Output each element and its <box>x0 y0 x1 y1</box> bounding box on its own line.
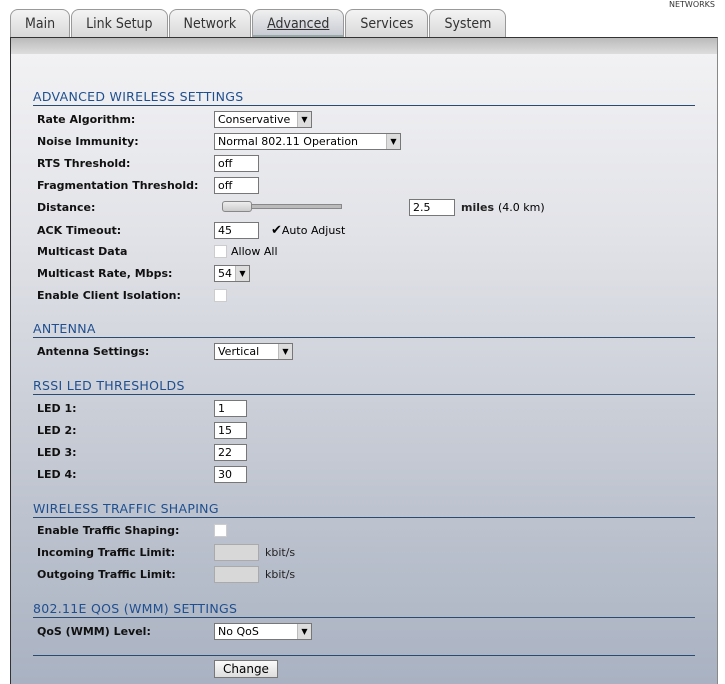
led2-input[interactable] <box>214 421 247 439</box>
incoming-unit: kbit/s <box>265 545 296 559</box>
rts-threshold-input[interactable] <box>214 154 259 172</box>
distance-input[interactable] <box>409 198 455 216</box>
chevron-down-icon: ▼ <box>297 111 311 127</box>
noise-value: Normal 802.11 Operation <box>218 134 359 148</box>
section-antenna: ANTENNA <box>33 321 695 338</box>
section-traffic-shaping: WIRELESS TRAFFIC SHAPING <box>33 501 695 518</box>
noise-label: Noise Immunity: <box>37 134 139 148</box>
distance-label: Distance: <box>37 200 96 214</box>
qos-value: No QoS <box>218 624 259 638</box>
tab-bar: Main Link Setup Network Advanced Service… <box>10 9 507 38</box>
divider <box>33 655 695 656</box>
rts-label: RTS Threshold: <box>37 156 131 170</box>
multicast-rate-select[interactable]: 54 ▼ <box>214 264 250 282</box>
ack-timeout-input[interactable] <box>214 221 259 239</box>
qos-select[interactable]: No QoS ▼ <box>214 622 312 640</box>
antenna-select[interactable]: Vertical ▼ <box>214 342 293 360</box>
incoming-label: Incoming Traffic Limit: <box>37 545 176 559</box>
qos-label: QoS (WMM) Level: <box>37 624 151 638</box>
led3-label: LED 3: <box>37 445 77 459</box>
chevron-down-icon: ▼ <box>297 623 311 639</box>
traffic-shaping-checkbox[interactable] <box>214 523 227 537</box>
isolation-label: Enable Client Isolation: <box>37 288 181 302</box>
led2-label: LED 2: <box>37 423 77 437</box>
allow-all-label: Allow All <box>231 244 278 258</box>
antenna-label: Antenna Settings: <box>37 344 150 358</box>
distance-slider[interactable] <box>214 197 409 217</box>
outgoing-label: Outgoing Traffic Limit: <box>37 567 176 581</box>
shaping-label: Enable Traffic Shaping: <box>37 523 180 537</box>
ack-label: ACK Timeout: <box>37 223 122 237</box>
settings-panel: ADVANCED WIRELESS SETTINGS Rate Algorith… <box>10 37 718 684</box>
tab-main[interactable]: Main <box>10 9 71 38</box>
brand-logo: NETWORKS <box>668 0 715 9</box>
led1-input[interactable] <box>214 399 247 417</box>
chevron-down-icon: ▼ <box>278 343 292 359</box>
chevron-down-icon: ▼ <box>386 133 400 149</box>
section-rssi: RSSI LED THRESHOLDS <box>33 378 695 395</box>
tab-link-setup[interactable]: Link Setup <box>71 9 168 38</box>
tab-network[interactable]: Network <box>168 9 252 38</box>
panel-top-bar <box>11 38 717 54</box>
mrate-value: 54 <box>218 266 232 280</box>
tab-system[interactable]: System <box>429 9 507 38</box>
section-qos: 802.11E QOS (WMM) SETTINGS <box>33 601 695 618</box>
outgoing-unit: kbit/s <box>265 567 296 581</box>
change-button[interactable]: Change <box>214 660 278 678</box>
checkmark-icon[interactable]: ✔ <box>271 223 282 238</box>
slider-handle[interactable] <box>222 201 252 212</box>
led4-input[interactable] <box>214 465 247 483</box>
tab-services[interactable]: Services <box>345 9 429 38</box>
tab-advanced[interactable]: Advanced <box>252 9 345 38</box>
rate-algorithm-select[interactable]: Conservative ▼ <box>214 110 312 128</box>
chevron-down-icon: ▼ <box>235 265 249 281</box>
section-advanced-wireless: ADVANCED WIRELESS SETTINGS <box>33 89 695 106</box>
distance-unit: miles <box>461 200 495 214</box>
led3-input[interactable] <box>214 443 247 461</box>
frag-label: Fragmentation Threshold: <box>37 178 199 192</box>
led1-label: LED 1: <box>37 401 77 415</box>
client-isolation-checkbox[interactable] <box>214 288 227 302</box>
noise-immunity-select[interactable]: Normal 802.11 Operation ▼ <box>214 132 401 150</box>
rate-value: Conservative <box>218 112 291 126</box>
incoming-limit-input[interactable] <box>214 543 259 561</box>
allow-all-checkbox[interactable] <box>214 244 227 258</box>
auto-adjust-label: Auto Adjust <box>281 223 346 237</box>
led4-label: LED 4: <box>37 467 77 481</box>
rate-label: Rate Algorithm: <box>37 112 136 126</box>
fragmentation-threshold-input[interactable] <box>214 176 259 194</box>
outgoing-limit-input[interactable] <box>214 565 259 583</box>
antenna-value: Vertical <box>218 344 260 358</box>
distance-km: (4.0 km) <box>498 200 545 214</box>
multicast-label: Multicast Data <box>37 244 128 258</box>
mrate-label: Multicast Rate, Mbps: <box>37 266 173 280</box>
